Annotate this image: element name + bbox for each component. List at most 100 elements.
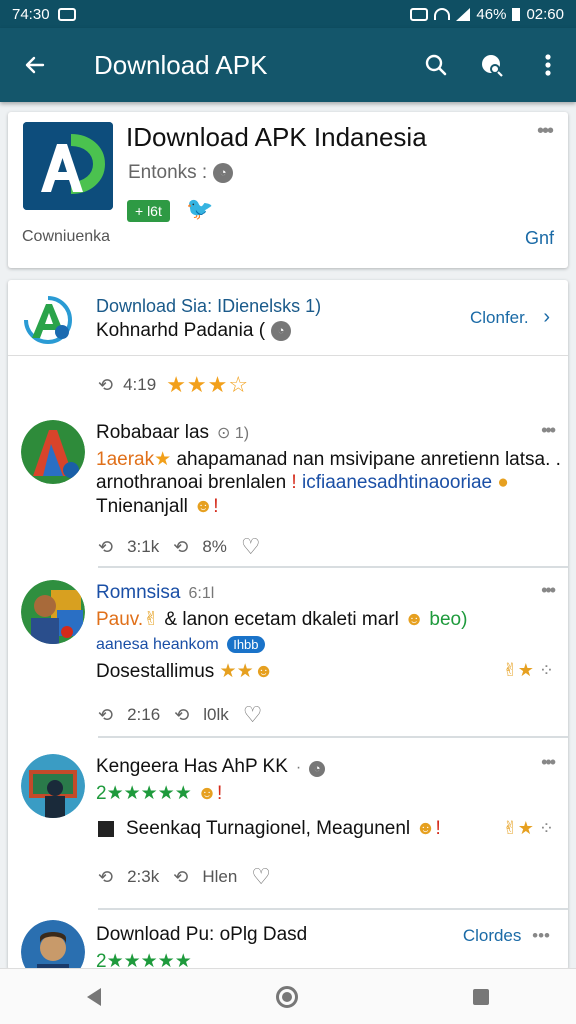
post-text-line: Tnienanjall ☻!: [96, 496, 219, 517]
avatar[interactable]: [21, 920, 85, 970]
post-link-text[interactable]: icfiaanesadhtinaooriae: [302, 472, 492, 493]
post-author-name: Romnsisa: [96, 582, 181, 603]
like-icon[interactable]: ♡: [251, 864, 271, 890]
repost-icon[interactable]: ⟲: [98, 375, 113, 396]
avatar[interactable]: [21, 420, 85, 484]
repost-count: 2:16: [127, 705, 161, 724]
share-icon[interactable]: ⟲: [173, 867, 188, 888]
install-chip[interactable]: + l6t: [127, 200, 170, 222]
repost-count: 3:1k: [127, 537, 160, 556]
notification-icon: [57, 7, 76, 21]
nav-recents-icon[interactable]: [472, 988, 489, 1005]
more-options-icon[interactable]: •••: [532, 926, 550, 945]
post-author: Kengeera Has AhP KK · ◔: [96, 756, 326, 778]
post-text: Dosestallimus: [96, 661, 215, 682]
nav-back-icon[interactable]: [87, 987, 102, 1006]
account-search-icon[interactable]: [464, 28, 520, 102]
battery-percent: 46%: [476, 5, 507, 23]
feed-header[interactable]: Download Sia: IDienelsks 1) Kohnarhd Pad…: [8, 280, 568, 356]
post-author: Robabaar las ⊙ 1): [96, 422, 249, 444]
app-footer-label: Cowniuenka: [22, 228, 111, 245]
more-options-icon[interactable]: •••: [537, 120, 554, 143]
signal-icon: [456, 7, 471, 21]
feed-subtitle: Kohnarhd Padania ( ◔: [96, 320, 292, 342]
like-icon[interactable]: ♡: [243, 702, 263, 728]
avatar[interactable]: [21, 580, 85, 644]
system-nav-bar: [0, 968, 576, 1024]
repost-count: 2:3k: [127, 867, 160, 886]
post-meta: 6:1l: [188, 585, 215, 602]
post-stats: ⟲ 2:3k ⟲ Hlen ♡: [98, 864, 271, 890]
share-count: 8%: [202, 537, 227, 556]
page-title: Download APK: [94, 49, 268, 80]
open-link[interactable]: Gnf: [525, 228, 554, 249]
like-icon[interactable]: ♡: [241, 534, 261, 560]
post-text: Seenkaq Turnagionel, Meagunenl: [126, 818, 411, 839]
tag-chip[interactable]: Ihbb: [227, 636, 265, 653]
post-hashtag: 1aerak: [96, 449, 155, 470]
share-icon[interactable]: ⟲: [174, 705, 189, 726]
status-time: 74:30: [12, 5, 50, 23]
repost-icon[interactable]: ⟲: [98, 867, 113, 888]
share-icon[interactable]: ⟲: [173, 537, 188, 558]
post-author: Download Pu: oPlg Dasd: [96, 924, 307, 946]
post-rating-line: 2★★★★★: [96, 950, 192, 970]
feed-more-label: Clonfer.: [470, 308, 529, 327]
feed-stats: ⟲ 4:19 ★★★☆: [98, 372, 249, 398]
post-text: arnothranoai brenlalen: [96, 472, 287, 493]
post-author-name: Download Pu: oPlg Dasd: [96, 924, 308, 945]
app-bar: Download APK: [0, 28, 576, 102]
post-text: Tnienanjall: [96, 496, 188, 517]
post-text: & lanon ecetam dkaleti marl: [164, 609, 399, 630]
app-info-card[interactable]: IDownload APK Indanesia Entonks : ◔ + l6…: [8, 112, 568, 268]
status-clock: 02:60: [526, 5, 564, 23]
verified-icon: ◔: [309, 761, 326, 777]
divider: [98, 736, 568, 738]
post-rating-line: 2★★★★★ ☻!: [96, 783, 223, 804]
back-arrow-icon[interactable]: [0, 28, 70, 102]
search-icon[interactable]: [408, 28, 464, 102]
vibrate-icon: [410, 7, 429, 21]
post-text-line: aanesa heankom Ihbb: [96, 636, 265, 654]
repost-icon[interactable]: ⟲: [98, 705, 113, 726]
app-logo: [23, 122, 113, 210]
post-text-line: 1aerak★ ahapamanad nan msivipane anretie…: [96, 449, 561, 470]
chevron-right-icon: ›: [543, 306, 550, 328]
status-bar: 74:30 46% 02:60: [0, 0, 576, 28]
post-more-link[interactable]: Clordes •••: [463, 926, 550, 946]
share-count: Hlen: [202, 867, 238, 886]
post-more-icon[interactable]: •••: [541, 752, 556, 773]
developer-name: Entonks :: [128, 162, 208, 183]
brand-logo-icon: [22, 294, 74, 346]
feed-title: Download Sia: IDienelsks 1): [96, 296, 322, 316]
avatar[interactable]: [21, 754, 85, 818]
app-title: IDownload APK Indanesia: [126, 122, 427, 152]
reaction-icon[interactable]: ✌★ ⁘: [503, 818, 554, 839]
info-icon: ◔: [271, 321, 292, 341]
overflow-menu-icon[interactable]: [520, 28, 576, 102]
feed-repost-count: 4:19: [123, 375, 157, 394]
share-count: l0lk: [203, 705, 229, 724]
post-text-line: arnothranoai brenlalen ! icfiaanesadhtin…: [96, 472, 509, 493]
feed-more-link[interactable]: Clonfer. ›: [470, 306, 550, 329]
post-text-line: Seenkaq Turnagionel, Meagunenl ☻!: [98, 818, 441, 840]
repost-icon[interactable]: ⟲: [98, 537, 113, 558]
bird-icon: 🐦: [186, 196, 214, 221]
nav-home-icon[interactable]: [275, 985, 298, 1008]
post-more-icon[interactable]: •••: [541, 580, 556, 601]
post-text: beo): [429, 609, 468, 630]
post-meta: ·: [295, 759, 302, 776]
rating-stars: ★★★☆: [166, 372, 250, 397]
post-more-icon[interactable]: •••: [541, 420, 556, 441]
post-text: ahapamanad nan msivipane anretienn latsa…: [176, 449, 561, 470]
post-text-line: Pauv.✌ & lanon ecetam dkaleti marl ☻ beo…: [96, 609, 468, 630]
app-developer[interactable]: Entonks : ◔: [128, 162, 234, 184]
post-author-name: Kengeera Has AhP KK: [96, 756, 288, 777]
post-meta: ⊙ 1): [217, 425, 250, 442]
divider: [98, 908, 568, 910]
feed-subtitle-text: Kohnarhd Padania (: [96, 320, 266, 341]
battery-icon: [512, 7, 521, 21]
reaction-icon[interactable]: ✌★ ⁘: [503, 660, 554, 681]
verified-icon: ◔: [213, 163, 234, 183]
post-more-label: Clordes: [462, 926, 522, 945]
